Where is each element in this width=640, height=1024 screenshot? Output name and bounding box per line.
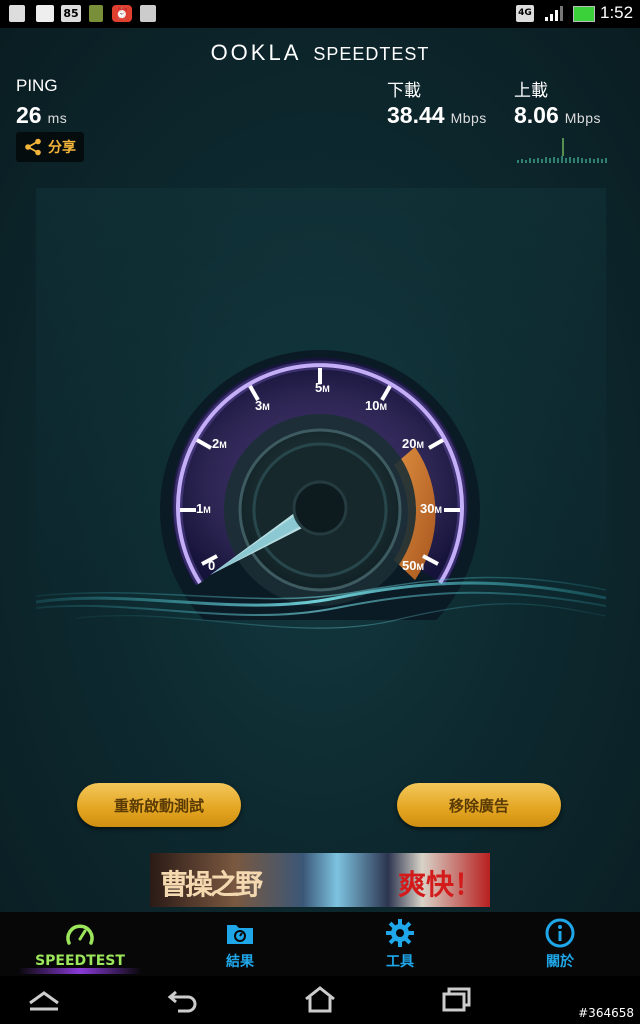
remove-ads-button[interactable]: 移除廣告 <box>397 783 561 827</box>
notification-count-badge: 85 <box>61 5 81 22</box>
app-icon <box>89 5 103 22</box>
tab-about[interactable]: 關於 <box>520 912 600 976</box>
clock: 1:52 <box>600 3 634 22</box>
ping-value: 26 ms <box>16 102 67 129</box>
back-icon[interactable] <box>164 984 204 1014</box>
battery-icon <box>573 6 595 22</box>
signal-icon <box>545 6 563 21</box>
ad-banner[interactable]: 曹操之野 爽快！ <box>150 853 490 907</box>
image-icon <box>36 5 54 22</box>
download-label: 下載 <box>387 81 421 100</box>
app-logo: OOKLA SPEEDTEST <box>0 40 640 66</box>
recent-apps-icon[interactable] <box>436 984 476 1014</box>
tab-tools[interactable]: 工具 <box>360 912 440 976</box>
home-icon[interactable] <box>300 984 340 1014</box>
download-value: 38.44 Mbps <box>387 102 487 129</box>
ookla-logo-text: OOKLA <box>210 40 302 65</box>
network-type-label: 4G <box>516 5 534 22</box>
share-button[interactable]: 分享 <box>16 132 84 162</box>
info-icon <box>545 918 575 948</box>
restart-test-button[interactable]: 重新啟動測試 <box>77 783 241 827</box>
status-bar: 85 ⏰ 4G 1:52 <box>0 0 640 28</box>
active-tab-indicator <box>18 968 142 974</box>
ad-title-left: 曹操之野 <box>160 868 263 901</box>
speedtest-logo-text: SPEEDTEST <box>313 44 430 64</box>
upload-value: 8.06 Mbps <box>514 102 601 129</box>
clipboard-icon <box>9 5 25 22</box>
tab-results-label: 結果 <box>226 954 254 970</box>
ping-number: 26 <box>16 102 42 128</box>
share-icon <box>25 138 41 156</box>
download-number: 38.44 <box>387 102 445 128</box>
chevron-up-icon[interactable] <box>24 984 64 1014</box>
upload-sparkline <box>517 138 607 163</box>
results-folder-icon <box>227 925 253 944</box>
tab-results[interactable]: 結果 <box>200 912 280 976</box>
tab-about-label: 關於 <box>546 954 574 970</box>
ad-title-right: 爽快！ <box>397 868 482 901</box>
gear-icon <box>386 919 414 947</box>
tab-speedtest-label: SPEEDTEST <box>35 953 125 969</box>
upload-label: 上載 <box>514 81 548 100</box>
gallery-icon <box>140 5 156 22</box>
watermark: #364658 <box>578 1006 634 1020</box>
ping-label: PING <box>16 76 58 95</box>
download-unit: Mbps <box>450 110 487 126</box>
wave-graphic <box>36 576 606 629</box>
tab-speedtest[interactable]: SPEEDTEST <box>18 912 142 976</box>
ping-unit: ms <box>47 110 68 126</box>
upload-number: 8.06 <box>514 102 559 128</box>
alarm-icon: ⏰ <box>112 5 132 22</box>
tab-tools-label: 工具 <box>386 954 414 970</box>
bottom-tab-bar: SPEEDTEST 結果 工具 關於 <box>0 912 640 976</box>
gauge-icon <box>66 924 94 945</box>
system-nav-bar <box>0 976 640 1024</box>
share-label: 分享 <box>48 140 76 156</box>
upload-unit: Mbps <box>564 110 601 126</box>
